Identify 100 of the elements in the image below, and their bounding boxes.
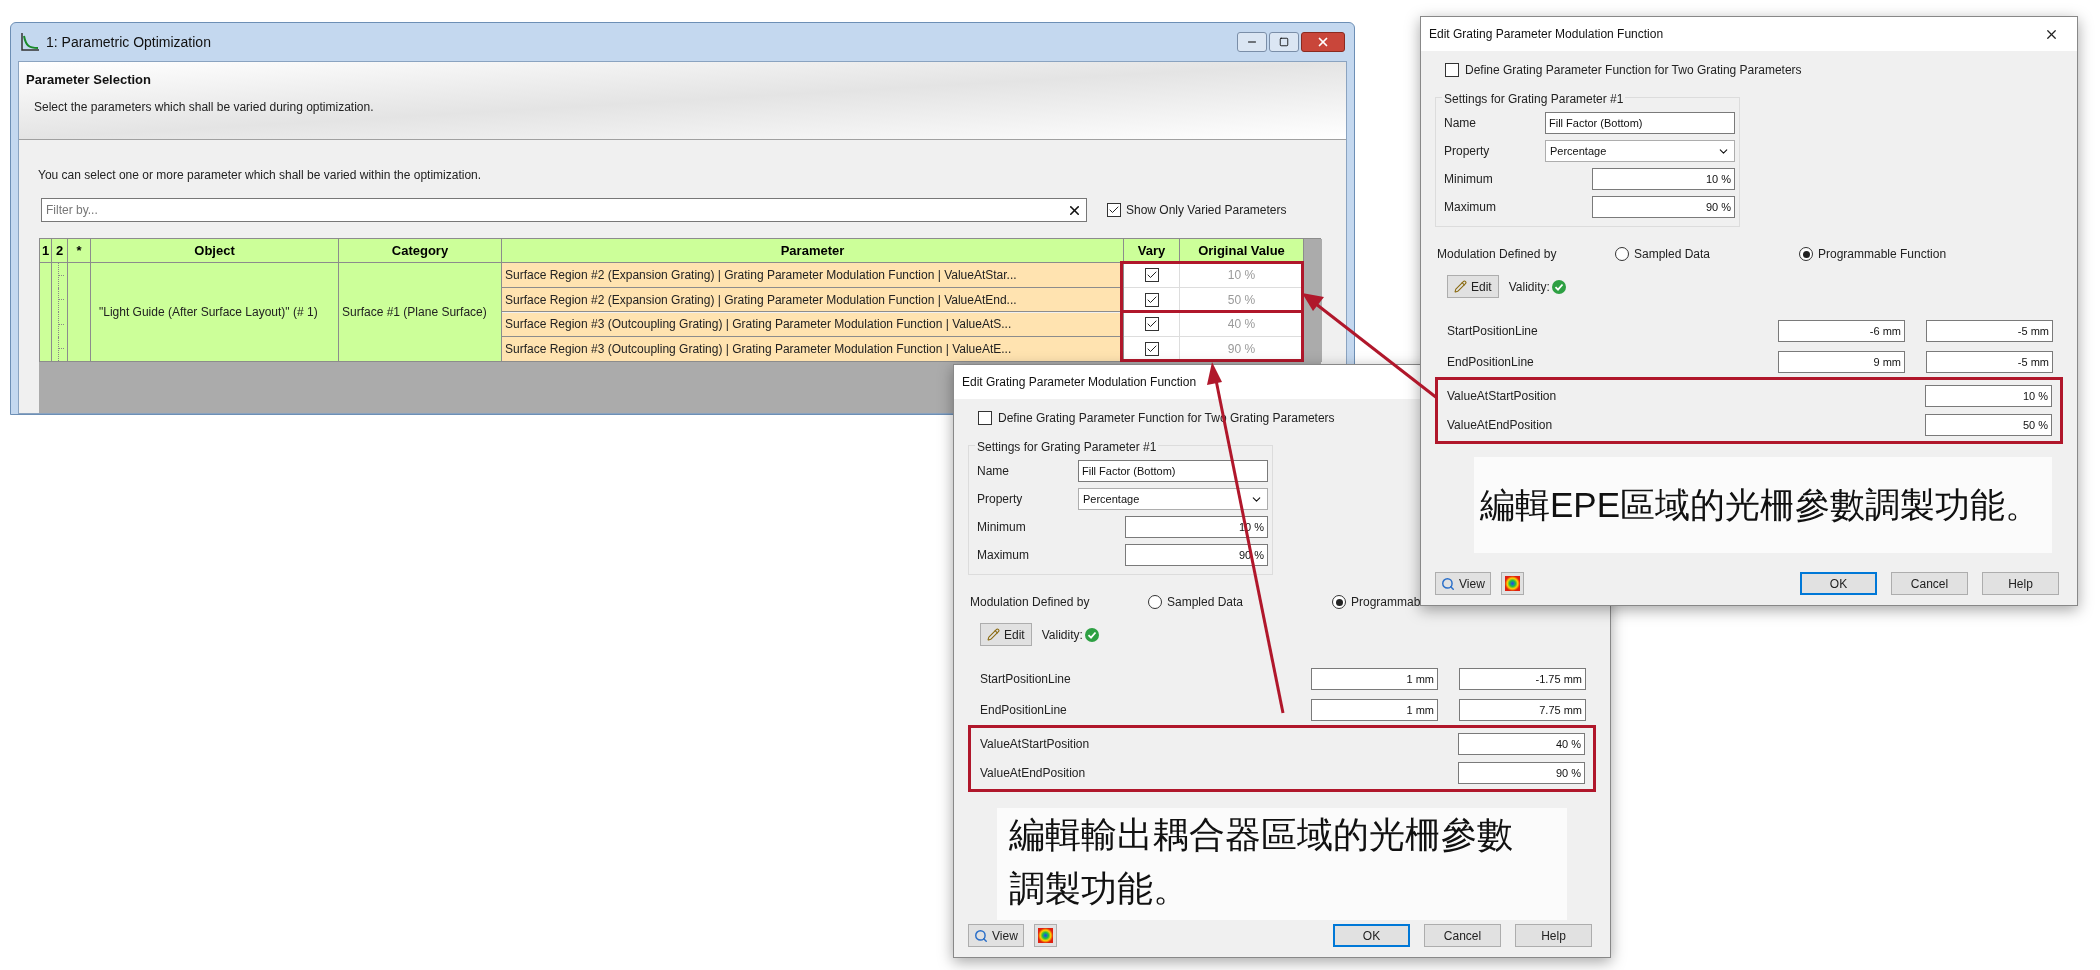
- checkbox[interactable]: [1144, 342, 1159, 356]
- row-label: StartPositionLine: [1447, 323, 1539, 340]
- row-label: StartPositionLine: [980, 671, 1072, 688]
- table-cell: 90 %: [1180, 337, 1304, 362]
- number-field[interactable]: 10 %: [1592, 168, 1735, 190]
- dialog-button[interactable]: Help: [1982, 572, 2059, 595]
- window-title: 1: Parametric Optimization: [46, 32, 211, 52]
- number-field[interactable]: -5 mm: [1926, 351, 2053, 373]
- close-icon: [1316, 35, 1330, 49]
- dialog-button[interactable]: OK: [1800, 572, 1877, 595]
- field-label: Maximum: [1444, 199, 1497, 216]
- color-map-icon: [1504, 576, 1520, 591]
- field-label: Maximum: [977, 547, 1030, 564]
- checkbox-label: Show Only Varied Parameters: [1126, 202, 1287, 219]
- number-field[interactable]: -1.75 mm: [1459, 668, 1586, 690]
- number-field[interactable]: 90 %: [1458, 762, 1585, 784]
- validity-label: Validity:: [1041, 626, 1083, 644]
- checkbox-label: Define Grating Parameter Function for Two Grating Parameters: [1465, 62, 1802, 79]
- number-field[interactable]: 1 mm: [1311, 668, 1438, 690]
- field-label: Name: [977, 463, 1010, 480]
- color-map-button[interactable]: [1033, 924, 1057, 947]
- magnifier-icon: [974, 928, 988, 943]
- dialog-button[interactable]: Help: [1515, 924, 1592, 947]
- color-map-button[interactable]: [1500, 572, 1524, 595]
- number-field[interactable]: -6 mm: [1778, 320, 1905, 342]
- checkbox[interactable]: [1144, 317, 1159, 332]
- filter-input[interactable]: Filter by...: [46, 201, 1067, 219]
- table-cell: "Light Guide (After Surface Layout)" (# 1): [91, 263, 339, 362]
- section-heading: Parameter Selection: [26, 71, 152, 89]
- modulation-label: Modulation Defined by: [1437, 246, 1558, 263]
- field-label: Property: [977, 491, 1024, 508]
- property-dropdown[interactable]: Percentage: [1078, 488, 1268, 510]
- column-header[interactable]: Vary: [1124, 239, 1180, 263]
- section-description: Select the parameters which shall be varied during optimization.: [34, 98, 375, 116]
- close-button[interactable]: [1301, 32, 1345, 52]
- name-field[interactable]: Fill Factor (Bottom): [1078, 460, 1268, 482]
- column-header[interactable]: Original Value: [1180, 239, 1304, 263]
- checkbox[interactable]: [978, 411, 992, 425]
- pencil-icon: [987, 628, 1000, 641]
- number-field[interactable]: 9 mm: [1778, 351, 1905, 373]
- magnifier-icon: [1441, 576, 1455, 591]
- dialog-button[interactable]: OK: [1333, 924, 1410, 947]
- number-field[interactable]: 90 %: [1592, 196, 1735, 218]
- number-field[interactable]: -5 mm: [1926, 320, 2053, 342]
- view-button[interactable]: View: [968, 924, 1024, 947]
- maximize-button[interactable]: [1269, 32, 1299, 52]
- checkbox[interactable]: [1144, 267, 1159, 282]
- checkbox[interactable]: [1445, 63, 1459, 77]
- row-label: EndPositionLine: [980, 702, 1068, 719]
- radio-label: Programmable Function: [1818, 246, 1947, 263]
- radio-button[interactable]: [1148, 595, 1162, 609]
- radio-label: Sampled Data: [1634, 246, 1711, 263]
- property-dropdown[interactable]: Percentage: [1545, 140, 1735, 162]
- number-field[interactable]: 40 %: [1458, 733, 1585, 755]
- view-button[interactable]: View: [1435, 572, 1491, 595]
- radio-label: Programmab: [1351, 594, 1421, 611]
- edit-button[interactable]: Edit: [1447, 275, 1499, 298]
- column-header[interactable]: *: [68, 239, 91, 263]
- modulation-label: Modulation Defined by: [970, 594, 1091, 611]
- number-field[interactable]: 7.75 mm: [1459, 699, 1586, 721]
- dialog-title: Edit Grating Parameter Modulation Function: [962, 374, 1197, 391]
- instruction-text: You can select one or more parameter which shall be varied within the optimization.: [38, 167, 483, 184]
- radio-button[interactable]: [1799, 247, 1813, 261]
- minimize-button[interactable]: [1237, 32, 1267, 52]
- table-cell: Surface Region #2 (Expansion Grating) | Grating Parameter Modulation Function | ValueAtStar...: [502, 263, 1124, 288]
- radio-button[interactable]: [1332, 595, 1346, 609]
- check-circle-icon: [1084, 627, 1099, 642]
- table-cell: Surface Region #2 (Expansion Grating) | Grating Parameter Modulation Function | ValueAtEnd...: [502, 287, 1124, 313]
- dialog-title: Edit Grating Parameter Modulation Function: [1429, 26, 1664, 43]
- table-cell: 40 %: [1180, 312, 1304, 337]
- table-cell: 10 %: [1180, 263, 1304, 288]
- column-header[interactable]: Object: [91, 239, 339, 263]
- dialog-button[interactable]: Cancel: [1424, 924, 1501, 947]
- row-label: EndPositionLine: [1447, 354, 1535, 371]
- field-label: Property: [1444, 143, 1491, 160]
- color-map-icon: [1037, 928, 1053, 943]
- number-field[interactable]: 50 %: [1925, 414, 2052, 436]
- filter-field[interactable]: Filter by...: [41, 198, 1087, 222]
- row-label: ValueAtEndPosition: [980, 765, 1087, 782]
- chart-icon: [20, 32, 40, 52]
- row-label: ValueAtStartPosition: [1447, 388, 1558, 405]
- column-header[interactable]: Category: [339, 239, 502, 263]
- name-field[interactable]: Fill Factor (Bottom): [1545, 112, 1735, 134]
- checkbox[interactable]: [1144, 292, 1159, 307]
- row-label: ValueAtEndPosition: [1447, 417, 1554, 434]
- column-header[interactable]: 1: [40, 239, 52, 263]
- table-cell: Surface Region #3 (Outcoupling Grating) | Grating Parameter Modulation Function | ValueAtE...: [502, 337, 1124, 362]
- number-field[interactable]: 1 mm: [1311, 699, 1438, 721]
- checkbox[interactable]: [1107, 203, 1121, 217]
- pencil-icon: [1454, 280, 1467, 293]
- validity-label: Validity:: [1508, 278, 1550, 296]
- field-label: Minimum: [977, 519, 1027, 536]
- number-field[interactable]: 10 %: [1925, 385, 2052, 407]
- radio-button[interactable]: [1615, 247, 1629, 261]
- column-header[interactable]: Parameter: [502, 239, 1124, 263]
- field-label: Name: [1444, 115, 1477, 132]
- maximize-icon: [1279, 37, 1289, 47]
- dialog-button[interactable]: Cancel: [1891, 572, 1968, 595]
- edit-button[interactable]: Edit: [980, 623, 1032, 646]
- column-header[interactable]: 2: [52, 239, 68, 263]
